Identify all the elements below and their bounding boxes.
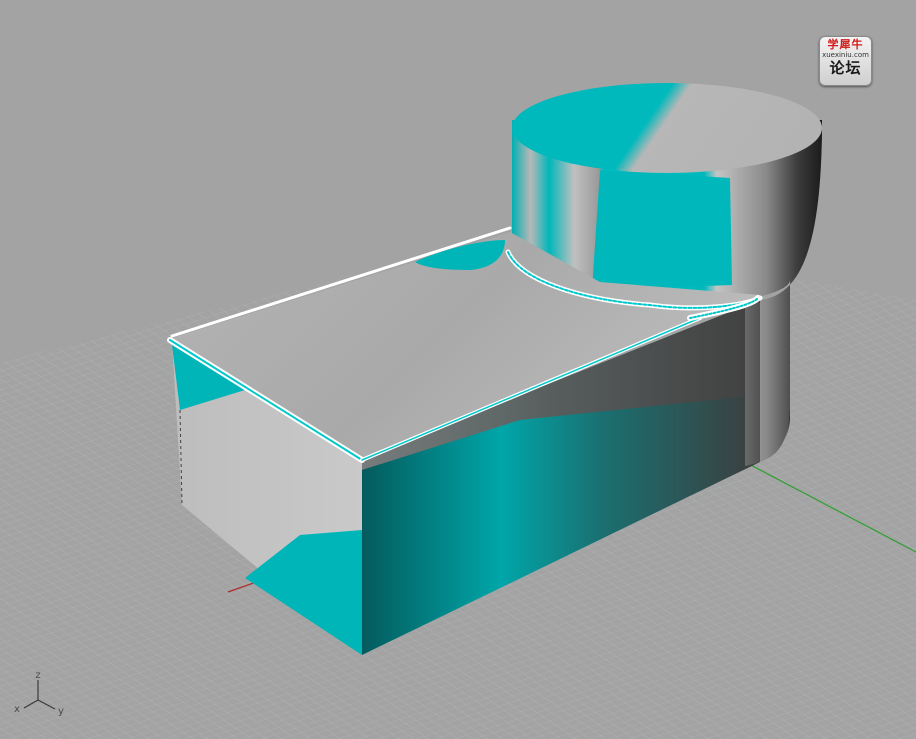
3d-viewport[interactable]: z x y [0,0,916,739]
viewport-canvas[interactable]: z x y [0,0,916,739]
watermark-line1: 学犀牛 [827,38,864,51]
model-cylinder-cyan-band [592,170,732,290]
model-cylinder-top-cap[interactable] [512,83,822,173]
triad-x-label: x [14,704,20,715]
watermark-url: xuexiniu.com [822,51,869,59]
forum-watermark-logo: 学犀牛 xuexiniu.com 论坛 [819,36,872,86]
triad-y-label: y [58,706,64,717]
triad-z-label: z [35,670,40,681]
watermark-line3: 论坛 [829,59,862,77]
